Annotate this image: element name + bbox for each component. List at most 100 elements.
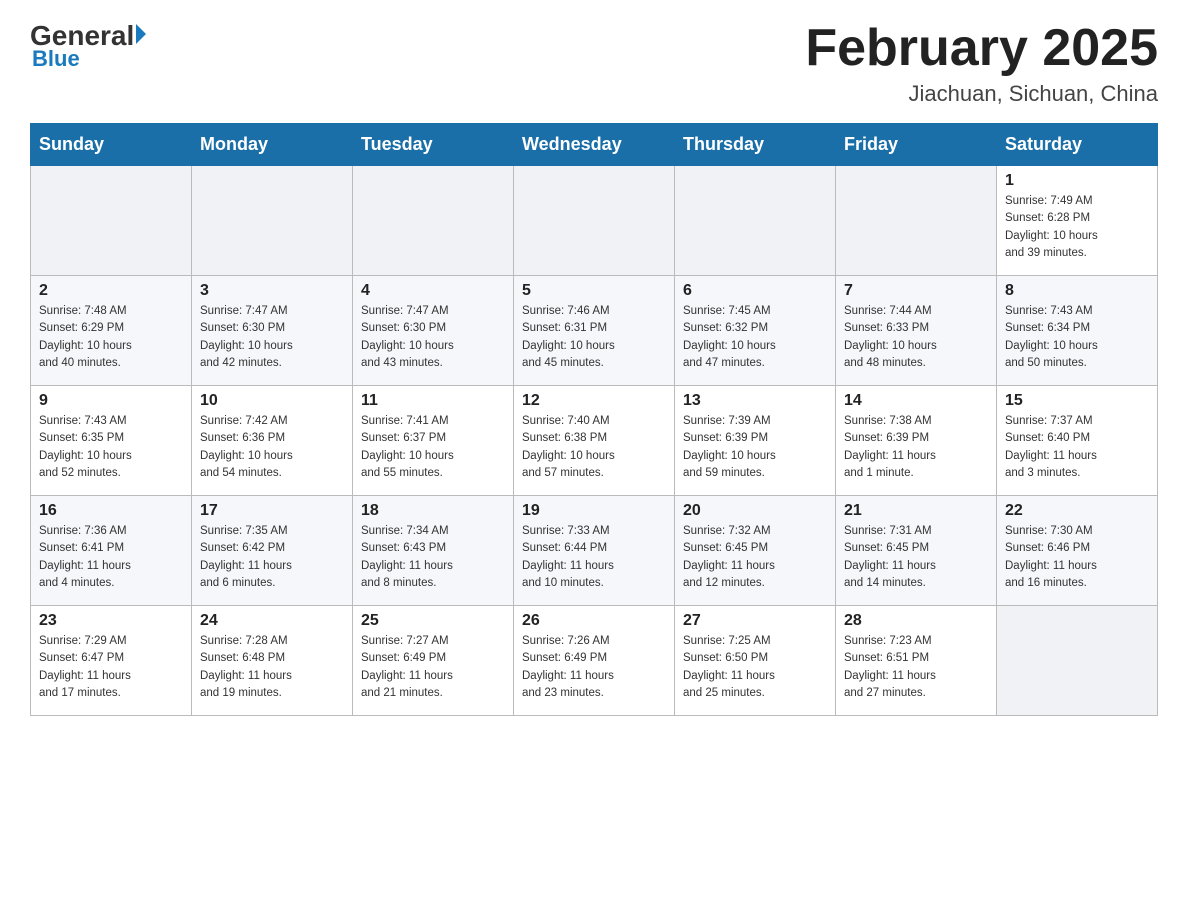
weekday-header-thursday: Thursday bbox=[675, 124, 836, 166]
day-info: Sunrise: 7:37 AM Sunset: 6:40 PM Dayligh… bbox=[1005, 413, 1149, 482]
day-cell: 4 Sunrise: 7:47 AM Sunset: 6:30 PM Daylig… bbox=[353, 276, 514, 386]
day-cell: 16 Sunrise: 7:36 AM Sunset: 6:41 PM Dayli… bbox=[31, 496, 192, 606]
day-info: Sunrise: 7:41 AM Sunset: 6:37 PM Dayligh… bbox=[361, 413, 505, 482]
day-cell: 26 Sunrise: 7:26 AM Sunset: 6:49 PM Dayli… bbox=[514, 606, 675, 716]
day-cell: 13 Sunrise: 7:39 AM Sunset: 6:39 PM Dayli… bbox=[675, 386, 836, 496]
day-cell: 19 Sunrise: 7:33 AM Sunset: 6:44 PM Dayli… bbox=[514, 496, 675, 606]
day-info: Sunrise: 7:44 AM Sunset: 6:33 PM Dayligh… bbox=[844, 303, 988, 372]
day-number: 23 bbox=[39, 612, 183, 630]
day-cell: 7 Sunrise: 7:44 AM Sunset: 6:33 PM Daylig… bbox=[836, 276, 997, 386]
day-cell bbox=[353, 166, 514, 276]
day-info: Sunrise: 7:36 AM Sunset: 6:41 PM Dayligh… bbox=[39, 523, 183, 592]
day-info: Sunrise: 7:45 AM Sunset: 6:32 PM Dayligh… bbox=[683, 303, 827, 372]
title-area: February 2025 Jiachuan, Sichuan, China bbox=[805, 20, 1158, 107]
logo-triangle-icon bbox=[136, 24, 146, 44]
day-info: Sunrise: 7:23 AM Sunset: 6:51 PM Dayligh… bbox=[844, 633, 988, 702]
day-number: 19 bbox=[522, 502, 666, 520]
week-row-2: 2Sunrise: 7:48 AM Sunset: 6:29 PM Daylig… bbox=[31, 276, 1158, 386]
day-number: 4 bbox=[361, 282, 505, 300]
day-number: 15 bbox=[1005, 392, 1149, 410]
day-info: Sunrise: 7:48 AM Sunset: 6:29 PM Dayligh… bbox=[39, 303, 183, 372]
day-cell: 18Sunrise: 7:34 AM Sunset: 6:43 PM Dayli… bbox=[353, 496, 514, 606]
day-number: 10 bbox=[200, 392, 344, 410]
day-cell: 1 Sunrise: 7:49 AM Sunset: 6:28 PM Daylig… bbox=[997, 166, 1158, 276]
logo: General Blue bbox=[30, 20, 146, 72]
day-cell bbox=[514, 166, 675, 276]
week-row-3: 9 Sunrise: 7:43 AM Sunset: 6:35 PM Daylig… bbox=[31, 386, 1158, 496]
day-info: Sunrise: 7:30 AM Sunset: 6:46 PM Dayligh… bbox=[1005, 523, 1149, 592]
weekday-header-row: SundayMondayTuesdayWednesdayThursdayFrid… bbox=[31, 124, 1158, 166]
day-info: Sunrise: 7:47 AM Sunset: 6:30 PM Dayligh… bbox=[361, 303, 505, 372]
day-number: 26 bbox=[522, 612, 666, 630]
header: General Blue February 2025 Jiachuan, Sic… bbox=[30, 20, 1158, 107]
weekday-header-tuesday: Tuesday bbox=[353, 124, 514, 166]
day-info: Sunrise: 7:26 AM Sunset: 6:49 PM Dayligh… bbox=[522, 633, 666, 702]
day-cell: 22 Sunrise: 7:30 AM Sunset: 6:46 PM Dayli… bbox=[997, 496, 1158, 606]
day-cell: 24 Sunrise: 7:28 AM Sunset: 6:48 PM Dayli… bbox=[192, 606, 353, 716]
day-info: Sunrise: 7:42 AM Sunset: 6:36 PM Dayligh… bbox=[200, 413, 344, 482]
day-number: 12 bbox=[522, 392, 666, 410]
day-number: 6 bbox=[683, 282, 827, 300]
day-number: 13 bbox=[683, 392, 827, 410]
day-cell: 8Sunrise: 7:43 AM Sunset: 6:34 PM Daylig… bbox=[997, 276, 1158, 386]
month-title: February 2025 bbox=[805, 20, 1158, 77]
day-info: Sunrise: 7:28 AM Sunset: 6:48 PM Dayligh… bbox=[200, 633, 344, 702]
week-row-5: 23 Sunrise: 7:29 AM Sunset: 6:47 PM Dayli… bbox=[31, 606, 1158, 716]
day-number: 18 bbox=[361, 502, 505, 520]
day-info: Sunrise: 7:47 AM Sunset: 6:30 PM Dayligh… bbox=[200, 303, 344, 372]
day-number: 27 bbox=[683, 612, 827, 630]
day-number: 1 bbox=[1005, 172, 1149, 190]
day-cell: 21Sunrise: 7:31 AM Sunset: 6:45 PM Dayli… bbox=[836, 496, 997, 606]
day-info: Sunrise: 7:38 AM Sunset: 6:39 PM Dayligh… bbox=[844, 413, 988, 482]
day-number: 16 bbox=[39, 502, 183, 520]
day-cell: 15 Sunrise: 7:37 AM Sunset: 6:40 PM Dayli… bbox=[997, 386, 1158, 496]
weekday-header-sunday: Sunday bbox=[31, 124, 192, 166]
day-number: 28 bbox=[844, 612, 988, 630]
day-info: Sunrise: 7:39 AM Sunset: 6:39 PM Dayligh… bbox=[683, 413, 827, 482]
day-cell: 25Sunrise: 7:27 AM Sunset: 6:49 PM Dayli… bbox=[353, 606, 514, 716]
day-cell: 12 Sunrise: 7:40 AM Sunset: 6:38 PM Dayli… bbox=[514, 386, 675, 496]
day-cell: 11 Sunrise: 7:41 AM Sunset: 6:37 PM Dayli… bbox=[353, 386, 514, 496]
day-number: 14 bbox=[844, 392, 988, 410]
day-info: Sunrise: 7:25 AM Sunset: 6:50 PM Dayligh… bbox=[683, 633, 827, 702]
day-number: 24 bbox=[200, 612, 344, 630]
calendar: SundayMondayTuesdayWednesdayThursdayFrid… bbox=[30, 123, 1158, 716]
location-title: Jiachuan, Sichuan, China bbox=[805, 81, 1158, 107]
day-number: 9 bbox=[39, 392, 183, 410]
day-info: Sunrise: 7:27 AM Sunset: 6:49 PM Dayligh… bbox=[361, 633, 505, 702]
day-info: Sunrise: 7:40 AM Sunset: 6:38 PM Dayligh… bbox=[522, 413, 666, 482]
day-cell: 28 Sunrise: 7:23 AM Sunset: 6:51 PM Dayli… bbox=[836, 606, 997, 716]
day-cell: 23 Sunrise: 7:29 AM Sunset: 6:47 PM Dayli… bbox=[31, 606, 192, 716]
day-info: Sunrise: 7:35 AM Sunset: 6:42 PM Dayligh… bbox=[200, 523, 344, 592]
day-number: 22 bbox=[1005, 502, 1149, 520]
week-row-1: 1 Sunrise: 7:49 AM Sunset: 6:28 PM Daylig… bbox=[31, 166, 1158, 276]
day-info: Sunrise: 7:31 AM Sunset: 6:45 PM Dayligh… bbox=[844, 523, 988, 592]
weekday-header-saturday: Saturday bbox=[997, 124, 1158, 166]
day-info: Sunrise: 7:32 AM Sunset: 6:45 PM Dayligh… bbox=[683, 523, 827, 592]
day-cell: 3 Sunrise: 7:47 AM Sunset: 6:30 PM Daylig… bbox=[192, 276, 353, 386]
day-info: Sunrise: 7:43 AM Sunset: 6:35 PM Dayligh… bbox=[39, 413, 183, 482]
day-cell: 5 Sunrise: 7:46 AM Sunset: 6:31 PM Daylig… bbox=[514, 276, 675, 386]
day-cell bbox=[192, 166, 353, 276]
weekday-header-friday: Friday bbox=[836, 124, 997, 166]
weekday-header-wednesday: Wednesday bbox=[514, 124, 675, 166]
day-info: Sunrise: 7:33 AM Sunset: 6:44 PM Dayligh… bbox=[522, 523, 666, 592]
day-cell: 14 Sunrise: 7:38 AM Sunset: 6:39 PM Dayli… bbox=[836, 386, 997, 496]
day-cell: 9 Sunrise: 7:43 AM Sunset: 6:35 PM Daylig… bbox=[31, 386, 192, 496]
day-info: Sunrise: 7:46 AM Sunset: 6:31 PM Dayligh… bbox=[522, 303, 666, 372]
day-info: Sunrise: 7:29 AM Sunset: 6:47 PM Dayligh… bbox=[39, 633, 183, 702]
day-number: 11 bbox=[361, 392, 505, 410]
logo-blue-text: Blue bbox=[32, 46, 80, 72]
day-info: Sunrise: 7:49 AM Sunset: 6:28 PM Dayligh… bbox=[1005, 193, 1149, 262]
day-number: 8 bbox=[1005, 282, 1149, 300]
day-cell bbox=[836, 166, 997, 276]
day-number: 20 bbox=[683, 502, 827, 520]
week-row-4: 16 Sunrise: 7:36 AM Sunset: 6:41 PM Dayli… bbox=[31, 496, 1158, 606]
day-number: 5 bbox=[522, 282, 666, 300]
day-number: 3 bbox=[200, 282, 344, 300]
day-cell: 6 Sunrise: 7:45 AM Sunset: 6:32 PM Daylig… bbox=[675, 276, 836, 386]
day-number: 7 bbox=[844, 282, 988, 300]
day-cell bbox=[997, 606, 1158, 716]
day-cell: 20 Sunrise: 7:32 AM Sunset: 6:45 PM Dayli… bbox=[675, 496, 836, 606]
day-cell: 10 Sunrise: 7:42 AM Sunset: 6:36 PM Dayli… bbox=[192, 386, 353, 496]
